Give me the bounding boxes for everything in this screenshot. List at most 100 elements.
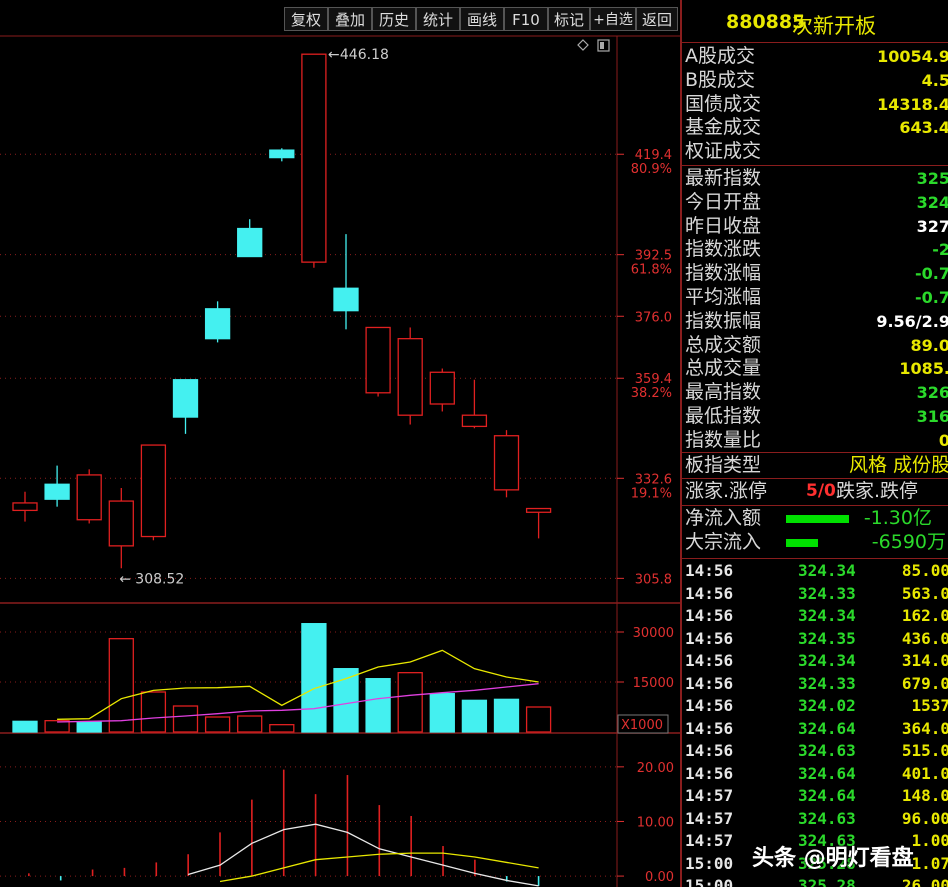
tick-row[interactable]: 14:56 324.64 364.0	[682, 718, 948, 741]
tick-time: 14:56	[685, 651, 734, 670]
index-stat-label: 今日开盘	[685, 190, 762, 213]
tick-row[interactable]: 14:56 324.34 85.00	[682, 560, 948, 583]
tick-time: 14:56	[685, 718, 734, 738]
block-inflow-bar	[786, 539, 818, 547]
tick-price: 324.63	[798, 741, 856, 760]
volume-bar-down	[301, 623, 327, 733]
tick-price: 325.28	[798, 876, 856, 887]
tick-time: 14:57	[685, 831, 734, 850]
tick-time: 14:56	[685, 741, 734, 760]
f10-button[interactable]: F10	[504, 7, 548, 31]
tick-volume: 26.00	[901, 876, 948, 887]
tick-row[interactable]: 14:56 324.34 314.0	[682, 650, 948, 673]
index-stat-row: 指数涨跌 -2	[682, 238, 948, 261]
turnover-stat-row: 国债成交 14318.4	[682, 93, 948, 116]
back-button[interactable]: 返回	[636, 7, 678, 31]
index-type-value: 风格 成份股	[848, 454, 948, 476]
candle-up	[76, 474, 102, 521]
volume-bar-up	[397, 672, 423, 733]
tick-row[interactable]: 15:00 325.28 26.00	[682, 875, 948, 887]
tick-row[interactable]: 14:56 324.64 401.0	[682, 763, 948, 786]
draw-line-button[interactable]: 画线	[460, 7, 504, 31]
mark-button[interactable]: 标记	[548, 7, 590, 31]
volume-bar-up	[140, 691, 167, 733]
overlay-button[interactable]: 叠加	[328, 7, 372, 31]
add-watchlist-button[interactable]: +自选	[590, 7, 636, 31]
volume-bar-down	[429, 693, 455, 733]
price-tick-label: 359.4	[635, 372, 672, 387]
tick-row[interactable]: 14:57 324.63 96.00	[682, 808, 948, 831]
turnover-stat-row: 权证成交	[682, 140, 948, 163]
candle-up	[365, 326, 391, 394]
turnover-stat-label: 基金成交	[685, 116, 762, 139]
tick-row[interactable]: 14:56 324.33 679.0	[682, 673, 948, 696]
net-inflow-row: 净流入额 -1.30亿	[682, 507, 948, 530]
index-stat-value: 324	[916, 192, 948, 212]
tick-price: 324.64	[798, 786, 856, 805]
restore-rights-button[interactable]: 复权	[284, 7, 328, 31]
volume-bar-up	[108, 638, 134, 733]
tick-row[interactable]: 14:56 324.34 162.0	[682, 605, 948, 628]
net-inflow-value: -1.30亿	[863, 507, 932, 529]
candle-up	[12, 502, 38, 512]
statistics-button[interactable]: 统计	[416, 7, 460, 31]
candle-up	[108, 500, 134, 547]
tick-row[interactable]: 14:56 324.35 436.0	[682, 628, 948, 651]
tick-time: 14:56	[685, 561, 734, 580]
tick-row[interactable]: 14:56 324.63 515.0	[682, 740, 948, 763]
tick-price: 324.63	[798, 808, 856, 828]
index-stat-row: 指数量比 0	[682, 429, 948, 452]
candle-down	[333, 287, 359, 312]
tick-volume: 364.0	[901, 718, 948, 738]
index-stat-value: 327	[916, 216, 948, 236]
turnover-stat-row: 基金成交 643.4	[682, 116, 948, 139]
index-stat-label: 最新指数	[685, 167, 762, 189]
volume-bar-up	[172, 705, 199, 733]
macd-tick-label: 20.00	[637, 761, 674, 776]
index-stat-value: -0.7	[915, 288, 948, 307]
tick-row[interactable]: 14:56 324.33 563.0	[682, 583, 948, 606]
block-inflow-label: 大宗流入	[685, 531, 762, 553]
index-stat-value: 9.56/2.9	[876, 311, 948, 331]
block-inflow-value: -6590万	[871, 531, 946, 553]
candle-up	[140, 444, 167, 538]
tick-volume: 1.07	[911, 853, 948, 873]
turnover-stat-label: 权证成交	[685, 140, 762, 163]
index-stat-label: 总成交额	[685, 333, 762, 356]
fib-pct-label: 61.8%	[631, 263, 672, 278]
index-type-row: 板指类型 风格 成份股	[682, 454, 948, 477]
kline-chart-area[interactable]: 419.4 392.5 376.0 359.4 332.6 305.8 80.9% 61.8%…	[0, 0, 680, 887]
layout-icon-pane	[600, 42, 604, 49]
turnover-stat-label: A股成交	[685, 45, 755, 67]
index-stat-row: 最新指数 325	[682, 167, 948, 190]
tick-row[interactable]: 14:56 324.02 1537	[682, 695, 948, 718]
tick-volume: 1.00	[911, 831, 948, 850]
index-stat-value: 325	[916, 169, 948, 188]
volume-bar-up	[525, 706, 552, 733]
tick-row[interactable]: 14:57 324.64 148.0	[682, 785, 948, 808]
turnover-stat-value: 4.5	[921, 70, 948, 90]
history-button[interactable]: 历史	[372, 7, 416, 31]
index-stat-label: 指数涨幅	[685, 262, 762, 285]
index-stat-value: 326	[916, 383, 948, 403]
tick-volume: 148.0	[901, 786, 948, 805]
price-tick-label: 376.0	[635, 310, 672, 325]
diamond-icon	[577, 39, 589, 51]
index-stat-row: 最低指数 316	[682, 405, 948, 428]
price-tick-label: 305.8	[635, 572, 672, 587]
tick-price: 324.64	[798, 718, 856, 738]
volume-bar-up	[204, 716, 231, 733]
tick-time: 14:56	[685, 763, 734, 783]
turnover-stat-label: B股成交	[685, 68, 756, 91]
candle-up	[301, 53, 327, 263]
macd-tick-label: 0.00	[645, 870, 674, 885]
advance-decline-row: 涨家.涨停 5/0 跌家.跌停	[682, 480, 948, 503]
candle-down	[44, 483, 70, 500]
index-stat-value: -2	[932, 240, 948, 260]
volume-bar-down	[365, 678, 391, 733]
tick-time: 14:57	[685, 786, 734, 805]
candle-up	[397, 338, 423, 416]
index-stat-label: 最高指数	[685, 381, 762, 404]
tick-time: 14:57	[685, 808, 734, 828]
index-stat-row: 今日开盘 324	[682, 191, 948, 214]
